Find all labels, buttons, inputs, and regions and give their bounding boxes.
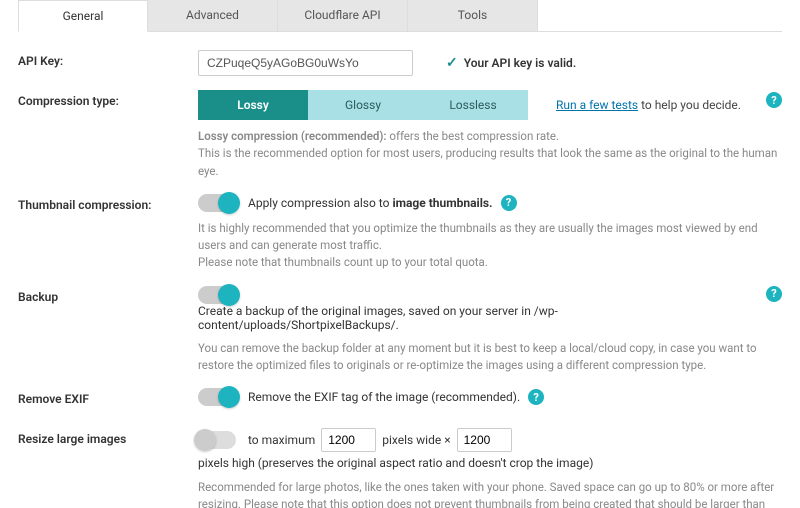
resize-mid: pixels wide × <box>382 429 450 452</box>
tab-general[interactable]: General <box>18 0 148 32</box>
compression-segmented: Lossy Glossy Lossless <box>198 90 528 120</box>
backup-toggle[interactable] <box>198 286 236 304</box>
run-tests-link[interactable]: Run a few tests <box>556 98 638 112</box>
backup-help: You can remove the backup folder at any … <box>198 341 757 372</box>
resize-width-input[interactable] <box>321 428 376 452</box>
compression-help-2: This is the recommended option for most … <box>198 146 777 177</box>
tab-tools[interactable]: Tools <box>408 0 538 31</box>
exif-line: Remove the EXIF tag of the image (recomm… <box>248 390 520 404</box>
backup-label: Backup <box>18 286 198 332</box>
resize-pre: to maximum <box>248 429 315 452</box>
help-icon[interactable]: ? <box>501 195 517 211</box>
resize-toggle[interactable] <box>198 431 236 449</box>
api-key-input[interactable] <box>198 50 413 76</box>
run-tests-text: Run a few tests to help you decide. <box>556 98 741 112</box>
check-icon: ✓ <box>446 55 458 71</box>
resize-label: Resize large images <box>18 428 198 508</box>
resize-help: Recommended for large photos, like the o… <box>198 480 774 508</box>
tabs: General Advanced Cloudflare API Tools <box>18 0 782 32</box>
help-icon[interactable]: ? <box>528 389 544 405</box>
compression-lossless[interactable]: Lossless <box>418 90 528 120</box>
compression-help-bold: Lossy compression (recommended): <box>198 129 387 143</box>
exif-toggle[interactable] <box>198 388 236 406</box>
thumbnail-label: Thumbnail compression: <box>18 194 198 212</box>
tab-cloudflare[interactable]: Cloudflare API <box>278 0 408 31</box>
api-key-label: API Key: <box>18 50 198 76</box>
thumbnail-help-2: Please note that thumbnails count up to … <box>198 255 488 269</box>
thumbnail-line-bold: image thumbnails. <box>392 196 492 210</box>
tab-advanced[interactable]: Advanced <box>148 0 278 31</box>
thumbnail-line-pre: Apply compression also to <box>248 196 389 210</box>
compression-glossy[interactable]: Glossy <box>308 90 418 120</box>
help-icon[interactable]: ? <box>766 92 782 108</box>
api-key-valid: ✓ Your API key is valid. <box>446 55 576 71</box>
help-icon[interactable]: ? <box>766 286 782 302</box>
resize-post: pixels high (preserves the original aspe… <box>198 452 593 475</box>
resize-height-input[interactable] <box>457 428 512 452</box>
compression-type-label: Compression type: <box>18 90 198 180</box>
compression-help-rest: offers the best compression rate. <box>387 129 559 143</box>
thumbnail-help-1: It is highly recommended that you optimi… <box>198 221 758 252</box>
api-key-valid-text: Your API key is valid. <box>464 56 577 70</box>
compression-lossy[interactable]: Lossy <box>198 90 308 120</box>
exif-label: Remove EXIF <box>18 388 198 406</box>
backup-line: Create a backup of the original images, … <box>198 304 758 332</box>
thumbnail-toggle[interactable] <box>198 194 236 212</box>
